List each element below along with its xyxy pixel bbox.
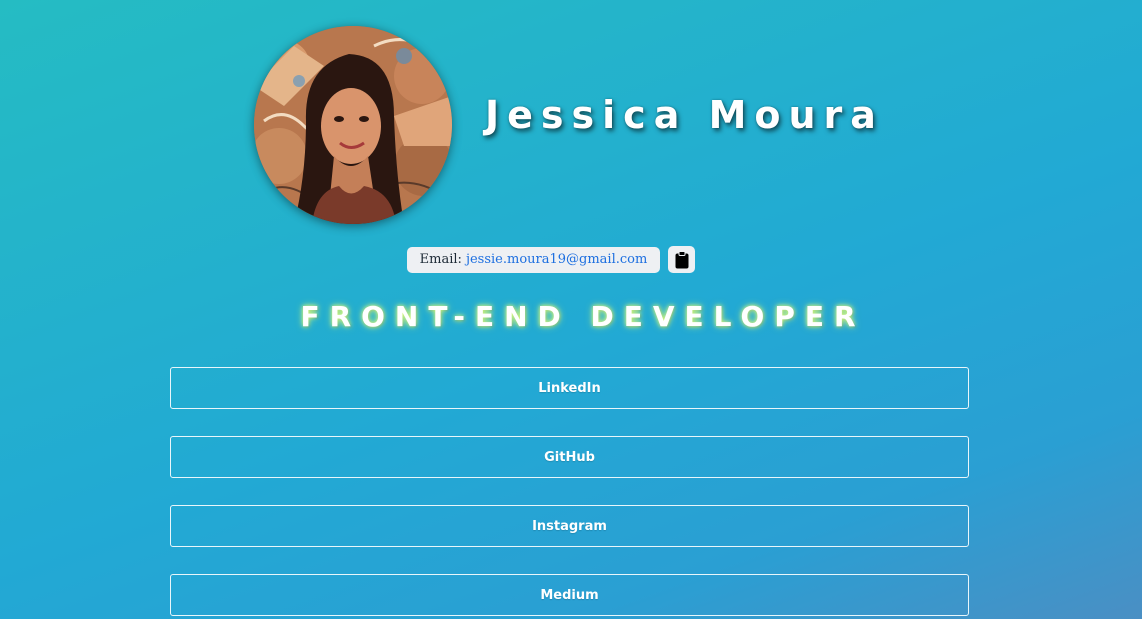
email-label: Email: <box>419 252 462 267</box>
avatar-illustration <box>254 26 452 224</box>
profile-header: Jessica Moura <box>254 26 884 224</box>
headline: FRONT-END DEVELOPER <box>300 300 866 333</box>
linkedin-button[interactable]: LinkedIn <box>170 367 969 409</box>
avatar <box>254 26 452 224</box>
email-row: Email: jessie.moura19@gmail.com <box>0 246 1142 273</box>
social-links: LinkedIn GitHub Instagram Medium <box>170 367 969 619</box>
clipboard-icon <box>675 250 689 268</box>
instagram-button[interactable]: Instagram <box>170 505 969 547</box>
email-link[interactable]: jessie.moura19@gmail.com <box>466 252 647 267</box>
profile-name: Jessica Moura <box>485 93 884 137</box>
email-box: Email: jessie.moura19@gmail.com <box>406 246 661 273</box>
github-button[interactable]: GitHub <box>170 436 969 478</box>
medium-button[interactable]: Medium <box>170 574 969 616</box>
copy-email-button[interactable] <box>668 246 696 273</box>
